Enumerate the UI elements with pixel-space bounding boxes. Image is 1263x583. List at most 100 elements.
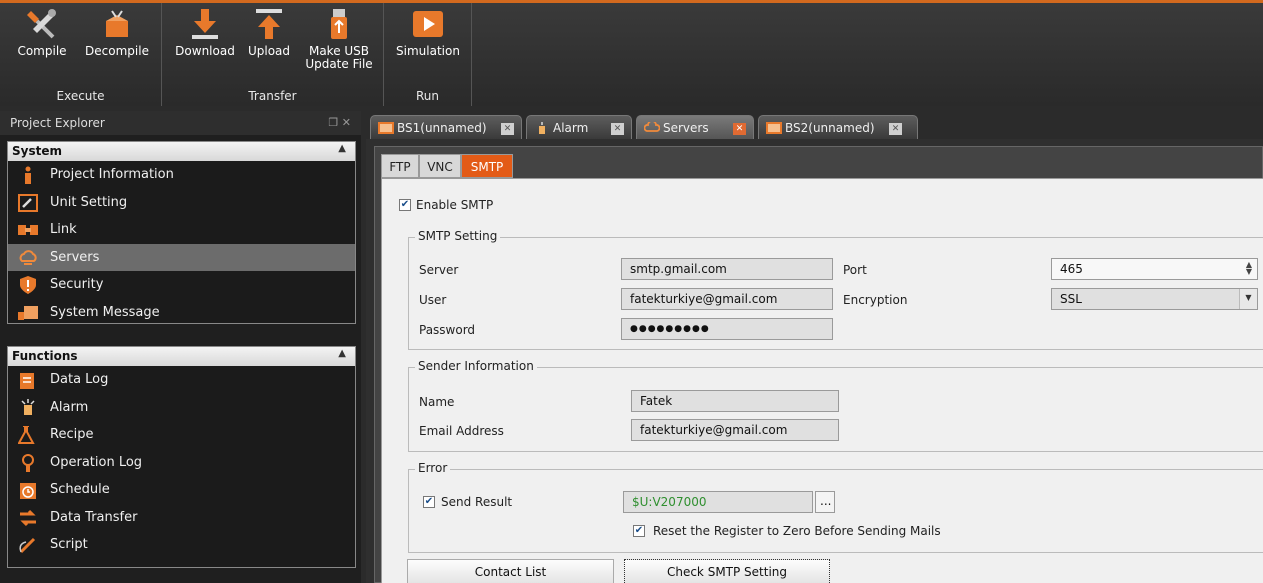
upload-button[interactable]: Upload bbox=[242, 7, 296, 58]
tab-alarm[interactable]: Alarm ✕ bbox=[526, 115, 632, 139]
sidebar-item-system-message[interactable]: System Message bbox=[8, 299, 355, 327]
download-icon bbox=[192, 9, 218, 39]
check-smtp-setting-button[interactable]: Check SMTP Setting bbox=[624, 559, 830, 583]
group-label-run: Run bbox=[415, 89, 439, 103]
project-explorer: Project Explorer ❐ ✕ System ▲ Project In… bbox=[0, 111, 361, 583]
browse-button[interactable]: ... bbox=[815, 491, 835, 513]
download-label: Download bbox=[175, 44, 235, 58]
encryption-select[interactable]: SSL ▼ bbox=[1051, 288, 1258, 310]
cloud-icon bbox=[644, 122, 660, 132]
item-label: Schedule bbox=[50, 482, 110, 497]
register-field[interactable]: $U:V207000 bbox=[623, 491, 813, 513]
sidebar-item-servers[interactable]: Servers bbox=[8, 243, 355, 271]
usb-icon bbox=[331, 9, 347, 39]
tab-servers[interactable]: Servers ✕ bbox=[636, 115, 754, 139]
transfer-icon bbox=[20, 509, 36, 526]
port-stepper[interactable]: 465 ▲ ▼ bbox=[1051, 258, 1258, 280]
collapse-icon[interactable]: ▲ bbox=[338, 143, 346, 154]
subtab-smtp[interactable]: SMTP bbox=[461, 154, 513, 178]
item-label: System Message bbox=[50, 304, 160, 320]
pin-close-icon[interactable]: ❐ ✕ bbox=[328, 116, 351, 129]
tab-label: BS1(unnamed) bbox=[397, 121, 487, 135]
tab-label: Servers bbox=[663, 121, 709, 135]
reset-register-label: Reset the Register to Zero Before Sendin… bbox=[653, 524, 941, 538]
screen-icon bbox=[378, 122, 394, 134]
tab-bs2[interactable]: BS2(unnamed) ✕ bbox=[758, 115, 918, 139]
subtab-vnc[interactable]: VNC bbox=[419, 154, 461, 178]
compile-icon bbox=[27, 9, 56, 39]
decompile-button[interactable]: Decompile bbox=[82, 7, 152, 58]
decompile-label: Decompile bbox=[85, 44, 149, 58]
server-field[interactable]: smtp.gmail.com bbox=[621, 258, 833, 280]
name-field[interactable]: Fatek bbox=[631, 390, 839, 412]
sidebar-item-link[interactable]: Link bbox=[8, 216, 355, 244]
sidebar-item-alarm[interactable]: Alarm bbox=[8, 394, 355, 422]
enable-smtp-checkbox[interactable]: ✔ bbox=[399, 199, 411, 211]
sidebar-item-schedule[interactable]: Schedule bbox=[8, 476, 355, 504]
item-label: Unit Setting bbox=[50, 194, 128, 210]
recipe-icon bbox=[18, 426, 35, 444]
contact-list-button[interactable]: Contact List bbox=[407, 559, 614, 583]
alarm-icon bbox=[539, 122, 545, 134]
operation-log-icon bbox=[22, 453, 34, 472]
make-usb-update-file-label: Make USB Update File bbox=[305, 44, 373, 71]
item-label: Script bbox=[50, 537, 88, 552]
sidebar-item-recipe[interactable]: Recipe bbox=[8, 421, 355, 449]
tab-label: BS2(unnamed) bbox=[785, 121, 875, 135]
section-header-functions[interactable]: Functions ▲ bbox=[8, 347, 355, 366]
smtp-setting-group: SMTP Setting Server smtp.gmail.com Port … bbox=[408, 229, 1263, 350]
sidebar-item-data-log[interactable]: Data Log bbox=[8, 366, 355, 394]
sidebar-item-script[interactable]: Script bbox=[8, 531, 355, 559]
subtab-ftp[interactable]: FTP bbox=[381, 154, 419, 178]
ribbon-group-transfer: Download Upload Make USB Update File Tra… bbox=[162, 3, 384, 106]
close-icon[interactable]: ✕ bbox=[501, 123, 514, 135]
tab-bs1[interactable]: BS1(unnamed) ✕ bbox=[370, 115, 522, 139]
close-icon[interactable]: ✕ bbox=[733, 123, 746, 135]
item-label: Recipe bbox=[50, 427, 94, 442]
send-result-label: Send Result bbox=[441, 495, 513, 509]
item-label: Link bbox=[50, 222, 77, 237]
project-explorer-title: Project Explorer bbox=[10, 116, 105, 130]
section-title-system: System bbox=[12, 144, 62, 158]
close-icon[interactable]: ✕ bbox=[611, 123, 624, 135]
simulation-button[interactable]: Simulation bbox=[392, 7, 464, 58]
sidebar-item-unit-setting[interactable]: Unit Setting bbox=[8, 189, 355, 217]
sidebar-item-project-information[interactable]: Project Information bbox=[8, 161, 355, 189]
link-icon bbox=[18, 225, 38, 235]
ribbon-group-run: Simulation Run bbox=[384, 3, 472, 106]
item-label: Alarm bbox=[50, 399, 89, 415]
send-result-checkbox[interactable]: ✔ bbox=[423, 496, 435, 508]
cloud-icon bbox=[19, 249, 37, 265]
screen-icon bbox=[766, 122, 782, 134]
chevron-down-icon[interactable]: ▼ bbox=[1239, 289, 1257, 309]
section-header-system[interactable]: System ▲ bbox=[8, 142, 355, 161]
group-label-execute: Execute bbox=[56, 89, 105, 103]
collapse-icon[interactable]: ▲ bbox=[338, 348, 346, 359]
item-label: Project Information bbox=[50, 167, 174, 182]
wrench-icon bbox=[18, 193, 38, 212]
download-button[interactable]: Download bbox=[172, 7, 238, 58]
item-label: Security bbox=[50, 277, 104, 292]
port-value: 465 bbox=[1060, 262, 1083, 276]
sidebar-item-operation-log[interactable]: Operation Log bbox=[8, 449, 355, 477]
compile-button[interactable]: Compile bbox=[14, 7, 70, 58]
make-usb-update-file-button[interactable]: Make USB Update File bbox=[298, 7, 380, 71]
play-icon bbox=[413, 11, 443, 37]
sidebar-item-data-transfer[interactable]: Data Transfer bbox=[8, 504, 355, 532]
encryption-label: Encryption bbox=[843, 293, 908, 307]
user-field[interactable]: fatekturkiye@gmail.com bbox=[621, 288, 833, 310]
email-address-field[interactable]: fatekturkiye@gmail.com bbox=[631, 419, 839, 441]
shield-icon bbox=[20, 276, 36, 294]
password-field[interactable]: ●●●●●●●●● bbox=[621, 318, 833, 340]
user-label: User bbox=[419, 293, 447, 307]
encryption-value: SSL bbox=[1060, 292, 1082, 306]
close-icon[interactable]: ✕ bbox=[889, 123, 902, 135]
item-label: Operation Log bbox=[50, 454, 143, 470]
reset-register-checkbox[interactable]: ✔ bbox=[633, 525, 645, 537]
smtp-setting-legend: SMTP Setting bbox=[415, 229, 501, 243]
project-explorer-header: Project Explorer ❐ ✕ bbox=[0, 111, 361, 135]
item-label: Data Log bbox=[50, 372, 109, 387]
spinner-icon[interactable]: ▲ ▼ bbox=[1246, 261, 1252, 276]
sidebar-item-security[interactable]: Security bbox=[8, 271, 355, 299]
decompile-icon bbox=[106, 10, 128, 37]
